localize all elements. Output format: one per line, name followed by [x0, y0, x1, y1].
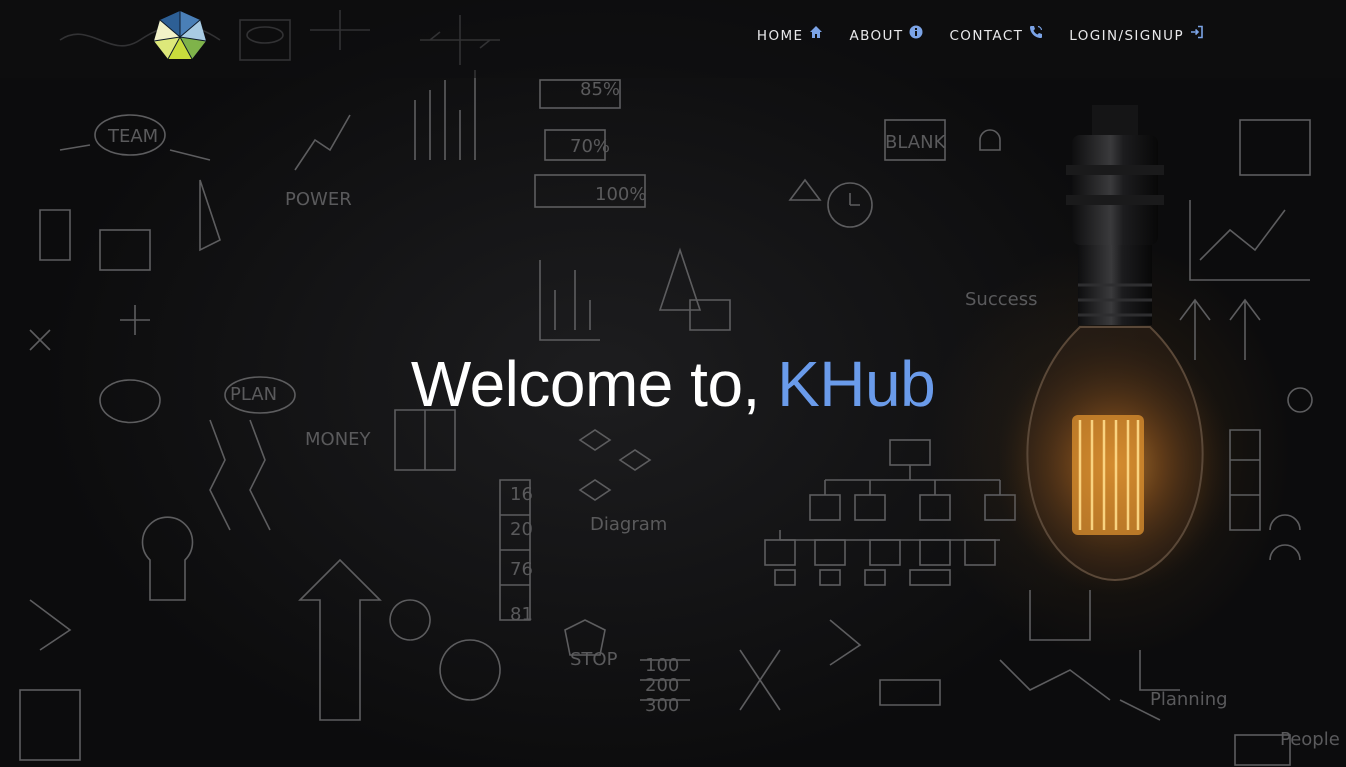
svg-text:Diagram: Diagram	[590, 514, 667, 535]
phone-icon	[1029, 25, 1043, 39]
hero-headline: Welcome to, KHub	[0, 344, 1346, 424]
nav-home[interactable]: HOME	[756, 25, 824, 44]
svg-text:BLANK: BLANK	[885, 132, 947, 153]
svg-text:100%: 100%	[595, 184, 646, 205]
svg-text:STOP: STOP	[570, 649, 618, 670]
svg-text:81: 81	[510, 604, 533, 625]
nav-login-signup-label: LOGIN/SIGNUP	[1069, 28, 1184, 44]
svg-text:TEAM: TEAM	[107, 126, 158, 147]
nav-login-signup[interactable]: LOGIN/SIGNUP	[1069, 25, 1204, 44]
svg-text:300: 300	[645, 695, 679, 716]
logo[interactable]	[152, 9, 208, 65]
svg-text:MONEY: MONEY	[305, 429, 372, 450]
info-icon	[909, 25, 923, 39]
hero-section: POWER PLAN MONEY TEAM BLANK Planning Peo…	[0, 0, 1346, 767]
nav-contact-label: CONTACT	[949, 28, 1024, 44]
svg-text:200: 200	[645, 675, 679, 696]
brand-name: KHub	[777, 348, 936, 420]
welcome-text: Welcome to,	[410, 348, 761, 420]
svg-text:20: 20	[510, 519, 533, 540]
nav-about[interactable]: ABOUT	[849, 25, 923, 44]
nav-contact[interactable]: CONTACT	[949, 25, 1043, 44]
svg-text:100: 100	[645, 655, 679, 676]
nav-links: HOME ABOUT CONTACT LOGIN/SIGNUP	[756, 25, 1204, 44]
svg-text:POWER: POWER	[285, 189, 352, 210]
heptagon-logo-icon	[153, 11, 207, 60]
svg-text:70%: 70%	[570, 136, 610, 157]
svg-text:16: 16	[510, 484, 533, 505]
svg-text:76: 76	[510, 559, 533, 580]
nav-about-label: ABOUT	[849, 28, 904, 44]
nav-home-label: HOME	[756, 28, 804, 44]
sign-in-icon	[1190, 25, 1204, 39]
svg-text:People: People	[1280, 729, 1340, 750]
svg-text:85%: 85%	[580, 79, 620, 100]
svg-text:Planning: Planning	[1150, 689, 1228, 710]
navbar: HOME ABOUT CONTACT LOGIN/SIGNUP	[0, 0, 1346, 78]
home-icon	[809, 25, 823, 39]
